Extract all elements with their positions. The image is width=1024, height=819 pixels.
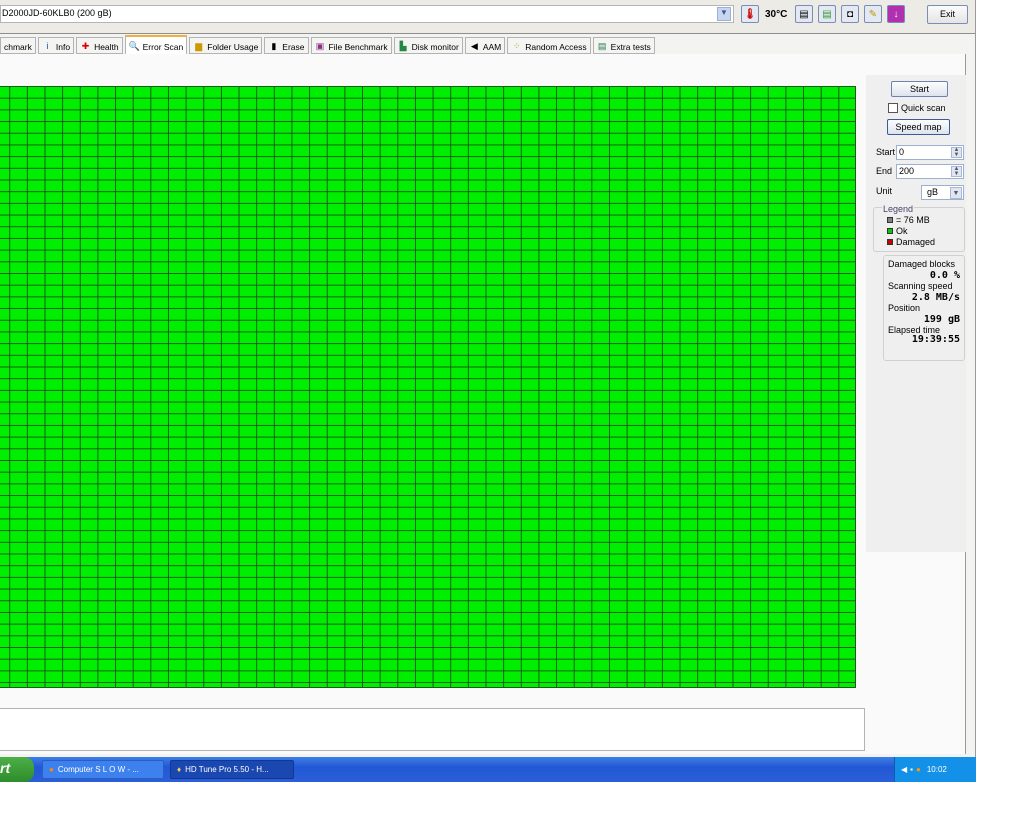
tab-extra-tests[interactable]: ▤ Extra tests [592,37,655,54]
quick-scan-label: Quick scan [901,103,946,113]
top-toolbar: D2000JD-60KLB0 (200 gB) ▼ 🌡 30°C ▤ ▤ ◘ ✎ ↓… [0,0,975,34]
tab-error-scan[interactable]: 🔍 Error Scan [124,35,188,54]
network-icon[interactable]: ▪ [910,765,913,774]
scanning-speed-value: 2.8 MB/s [911,292,960,303]
tab-label: Health [94,41,119,52]
legend-title: Legend [882,204,915,214]
tab-bar: chmark i Info ✚ Health 🔍 Error Scan ▆ Folder… [0,35,655,54]
taskbar-item-browser[interactable]: ● Computer S L O W - ... [42,760,164,779]
health-cross-icon: ✚ [81,41,90,51]
legend-ok: Ok [887,226,935,237]
red-square-icon [887,239,893,245]
tab-disk-monitor[interactable]: ▙ Disk monitor [393,37,463,54]
system-tray: ◀ ▪ ● 10:02 [894,757,976,782]
position-label: Position [888,303,921,313]
end-value: 200 [899,166,915,176]
tab-info[interactable]: i Info [37,37,75,54]
disk-monitor-icon: ▙ [399,41,407,51]
tab-label: chmark [4,41,32,52]
hdtune-icon: ♦ [177,765,182,774]
legend-block-size: = 76 MB [887,215,935,226]
chevron-down-icon[interactable]: ▼ [950,187,962,199]
drive-label: D2000JD-60KLB0 (200 gB) [2,8,112,18]
tab-label: Random Access [525,41,587,52]
speed-map-button[interactable]: Speed map [887,119,950,135]
copy-all-icon[interactable]: ▤ [818,5,836,23]
legend-block-text: = 76 MB [896,215,930,225]
tab-label: Disk monitor [411,41,459,52]
tab-file-benchmark[interactable]: ▣ File Benchmark [310,37,392,54]
drive-select[interactable]: D2000JD-60KLB0 (200 gB) ▼ [0,5,734,23]
tab-label: Folder Usage [207,41,259,52]
tab-aam[interactable]: ◀ AAM [464,37,506,54]
green-square-icon [887,228,893,234]
temperature: 🌡 30°C [741,5,787,23]
exit-button[interactable]: Exit [927,5,968,24]
start-value: 0 [899,147,905,157]
legend: Legend = 76 MB Ok Damaged [873,204,965,252]
tab-label: Error Scan [142,41,184,52]
start-button[interactable]: Start [891,81,948,97]
tab-random-access[interactable]: ⁘ Random Access [507,37,591,54]
random-access-icon: ⁘ [512,41,521,51]
unit-select[interactable]: gB ▼ [921,185,964,200]
position-value: 199 gB [923,314,960,325]
task-label: Computer S L O W - ... [57,765,139,774]
chevron-down-icon[interactable]: ▼ [717,7,731,21]
legend-ok-text: Ok [896,226,908,236]
log-area [0,708,865,751]
info-icon: i [46,41,49,51]
tab-folder-usage[interactable]: ▆ Folder Usage [189,37,263,54]
tray-arrow-icon[interactable]: ◀ [901,765,907,774]
scan-block-grid [0,86,856,688]
folder-icon: ▆ [195,41,203,51]
save-download-icon[interactable]: ↓ [887,5,905,23]
legend-damaged-text: Damaged [896,237,936,247]
tab-label: Extra tests [610,41,651,52]
options-icon[interactable]: ✎ [864,5,882,23]
end-input[interactable]: 200 ▲ ▼ [896,164,964,179]
trash-icon: ▮ [271,41,277,51]
legend-damaged: Damaged [887,237,935,248]
tab-erase[interactable]: ▮ Erase [264,37,309,54]
file-benchmark-icon: ▣ [315,41,325,51]
unit-value: gB [927,187,939,197]
magnifier-icon: 🔍 [128,41,140,51]
update-icon[interactable]: ● [916,765,921,774]
firefox-icon: ● [49,765,54,774]
damaged-blocks-label: Damaged blocks [888,259,956,269]
scanning-speed-label: Scanning speed [888,281,953,291]
end-label: End [876,166,893,176]
tab-label: Info [55,41,71,52]
gray-square-icon [887,217,893,223]
tab-label: File Benchmark [328,41,388,52]
taskbar: rt ● Computer S L O W - ... ♦ HD Tune Pro … [0,757,976,782]
thermometer-icon: 🌡 [741,5,759,23]
hd-tune-window: D2000JD-60KLB0 (200 gB) ▼ 🌡 30°C ▤ ▤ ◘ ✎ ↓… [0,0,976,757]
tab-label: Erase [282,41,305,52]
tab-label: AAM [482,41,502,52]
quick-scan-checkbox[interactable]: Quick scan [888,103,946,113]
start-label: Start [876,147,896,157]
screenshot-camera-icon[interactable]: ◘ [841,5,859,23]
start-menu-button[interactable]: rt [0,757,34,782]
start-input[interactable]: 0 ▲ ▼ [896,145,964,160]
unit-label: Unit [876,186,893,196]
speaker-icon: ◀ [470,41,478,51]
scan-statistics: Damaged blocks 0.0 % Scanning speed 2.8 … [883,255,965,361]
tab-benchmark[interactable]: chmark [0,37,36,54]
spinner-icon[interactable]: ▲ ▼ [951,147,962,158]
damaged-blocks-value: 0.0 % [929,270,960,281]
copy-info-icon[interactable]: ▤ [795,5,813,23]
checkbox-box[interactable] [888,103,898,113]
temperature-value: 30°C [765,8,788,20]
clock[interactable]: 10:02 [927,765,947,774]
scan-controls: Start Quick scan Speed map Start 0 ▲ ▼ End… [866,75,966,552]
task-label: HD Tune Pro 5.50 - H... [185,765,269,774]
spinner-icon[interactable]: ▲ ▼ [951,166,962,177]
extra-tests-icon: ▤ [597,41,607,51]
taskbar-item-hdtune[interactable]: ♦ HD Tune Pro 5.50 - H... [170,760,294,779]
tab-health[interactable]: ✚ Health [76,37,123,54]
